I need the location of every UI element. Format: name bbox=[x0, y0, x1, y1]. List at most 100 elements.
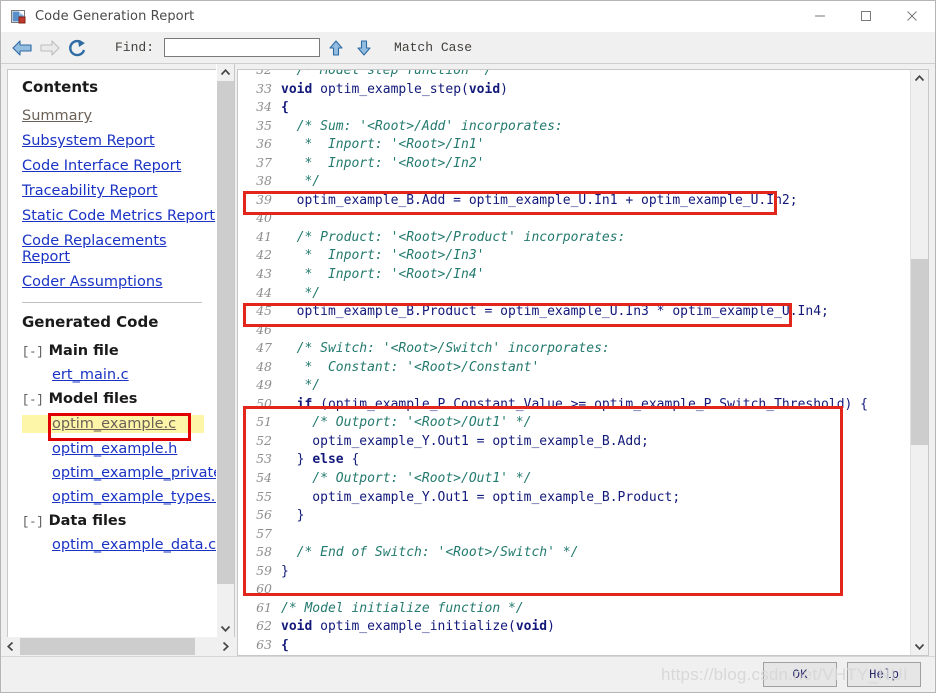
find-toolbar: Find: Match Case bbox=[1, 32, 935, 64]
contents-horizontal-scrollbar[interactable] bbox=[1, 637, 235, 656]
minimize-button[interactable] bbox=[797, 1, 843, 31]
contents-scroll-thumb[interactable] bbox=[217, 81, 234, 584]
code-token: /* Product: '<Root>/Product' incorporate… bbox=[281, 230, 625, 245]
help-button[interactable]: Help bbox=[847, 662, 921, 687]
down-arrow-icon[interactable] bbox=[352, 35, 376, 61]
ok-button[interactable]: OK bbox=[763, 662, 837, 687]
line-number: 56 bbox=[238, 506, 281, 525]
code-line: 49 */ bbox=[238, 376, 910, 395]
sidebar-file-optim-example-h[interactable]: optim_example.h bbox=[52, 441, 177, 457]
close-button[interactable] bbox=[889, 1, 935, 31]
line-number: 39 bbox=[238, 191, 281, 210]
line-number: 32 bbox=[238, 70, 281, 80]
code-token: } bbox=[281, 452, 312, 467]
sidebar-item-subsystem-report[interactable]: Subsystem Report bbox=[22, 133, 155, 149]
code-token: ) bbox=[547, 619, 555, 634]
code-line: 62void optim_example_initialize(void) bbox=[238, 617, 910, 636]
chevron-left-icon[interactable] bbox=[1, 637, 20, 656]
chevron-up-icon[interactable] bbox=[217, 64, 234, 81]
contents-scroll-track[interactable] bbox=[217, 81, 234, 620]
selected-file-row: optim_example.c bbox=[22, 415, 204, 433]
section-divider bbox=[22, 302, 202, 303]
sidebar-file-ert-main-c[interactable]: ert_main.c bbox=[52, 367, 129, 383]
code-token: { bbox=[344, 452, 360, 467]
code-line: 46 bbox=[238, 321, 910, 340]
code-token: * Inport: '<Root>/In3' bbox=[281, 248, 485, 263]
code-token: /* Outport: '<Root>/Out1' */ bbox=[281, 471, 531, 486]
search-input[interactable] bbox=[164, 38, 320, 57]
line-number: 42 bbox=[238, 246, 281, 265]
tree-group-label-model-files: Model files bbox=[49, 391, 138, 407]
code-line: 58 /* End of Switch: '<Root>/Switch' */ bbox=[238, 543, 910, 562]
code-token: /* Model initialize function */ bbox=[281, 601, 524, 616]
refresh-icon[interactable] bbox=[65, 35, 91, 61]
code-listing: 32 /* Model step function */33void optim… bbox=[238, 70, 910, 655]
line-number: 43 bbox=[238, 265, 281, 284]
back-arrow-icon[interactable] bbox=[9, 35, 35, 61]
line-number: 37 bbox=[238, 154, 281, 173]
sidebar-item-static-code-metrics-report[interactable]: Static Code Metrics Report bbox=[22, 208, 215, 224]
contents-hscroll-track[interactable] bbox=[20, 637, 216, 656]
chevron-right-icon[interactable] bbox=[216, 637, 235, 656]
code-scroll-thumb[interactable] bbox=[911, 259, 928, 445]
code-line: 34{ bbox=[238, 98, 910, 117]
contents-hscroll-thumb[interactable] bbox=[20, 638, 195, 655]
maximize-button[interactable] bbox=[843, 1, 889, 31]
line-number: 38 bbox=[238, 172, 281, 191]
collapse-toggle-data-files[interactable]: [-] bbox=[22, 515, 44, 529]
line-number: 53 bbox=[238, 450, 281, 469]
sidebar-file-optim-example-private-h[interactable]: optim_example_private.h bbox=[52, 465, 216, 481]
sidebar-item-code-replacements-report[interactable]: Code Replacements Report bbox=[22, 233, 216, 265]
match-case-label[interactable]: Match Case bbox=[394, 40, 472, 55]
code-line: 45 optim_example_B.Product = optim_examp… bbox=[238, 302, 910, 321]
code-token: * Inport: '<Root>/In1' bbox=[281, 137, 485, 152]
find-label: Find: bbox=[115, 40, 154, 55]
chevron-down-icon[interactable] bbox=[217, 620, 234, 637]
sidebar-item-code-interface-report[interactable]: Code Interface Report bbox=[22, 158, 181, 174]
code-line: 44 */ bbox=[238, 284, 910, 303]
line-number: 50 bbox=[238, 395, 281, 414]
sidebar-item-coder-assumptions[interactable]: Coder Assumptions bbox=[22, 274, 163, 290]
sidebar-file-optim-example-c[interactable]: optim_example.c bbox=[52, 416, 176, 432]
contents-vertical-scrollbar[interactable] bbox=[216, 64, 234, 637]
line-number: 34 bbox=[238, 98, 281, 117]
code-line: 32 /* Model step function */ bbox=[238, 70, 910, 80]
collapse-toggle-main-file[interactable]: [-] bbox=[22, 345, 44, 359]
code-line: 38 */ bbox=[238, 172, 910, 191]
code-generation-report-window: Code Generation Report bbox=[0, 0, 936, 693]
code-vertical-scrollbar[interactable] bbox=[910, 70, 928, 655]
tree-group-label-main-file: Main file bbox=[49, 343, 119, 359]
chevron-down-icon[interactable] bbox=[911, 638, 928, 655]
code-viewer: 32 /* Model step function */33void optim… bbox=[237, 69, 929, 656]
sidebar-item-summary[interactable]: Summary bbox=[22, 108, 92, 124]
code-token: optim_example_B.Add = optim_example_U.In… bbox=[281, 193, 798, 208]
code-token: * Constant: '<Root>/Constant' bbox=[281, 360, 539, 375]
code-scroll-track[interactable] bbox=[911, 87, 928, 638]
contents-pane: Contents Summary Subsystem Report Code I… bbox=[1, 64, 235, 656]
code-token: void bbox=[469, 82, 500, 97]
sidebar-file-optim-example-types-h[interactable]: optim_example_types.h bbox=[52, 489, 216, 505]
collapse-toggle-model-files[interactable]: [-] bbox=[22, 393, 44, 407]
code-token: * Inport: '<Root>/In4' bbox=[281, 267, 485, 282]
line-number: 48 bbox=[238, 358, 281, 377]
code-line: 35 /* Sum: '<Root>/Add' incorporates: bbox=[238, 117, 910, 136]
line-number: 35 bbox=[238, 117, 281, 136]
code-scroll-viewport[interactable]: 32 /* Model step function */33void optim… bbox=[238, 70, 910, 655]
sidebar-file-optim-example-data-c[interactable]: optim_example_data.c bbox=[52, 537, 216, 553]
line-number: 51 bbox=[238, 413, 281, 432]
code-line: 51 /* Outport: '<Root>/Out1' */ bbox=[238, 413, 910, 432]
up-arrow-icon[interactable] bbox=[324, 35, 348, 61]
code-line: 53 } else { bbox=[238, 450, 910, 469]
line-number: 63 bbox=[238, 636, 281, 655]
sidebar-item-traceability-report[interactable]: Traceability Report bbox=[22, 183, 158, 199]
code-token: /* Sum: '<Root>/Add' incorporates: bbox=[281, 119, 563, 134]
code-line: 59} bbox=[238, 562, 910, 581]
code-pane: 32 /* Model step function */33void optim… bbox=[235, 64, 935, 656]
code-line: 47 /* Switch: '<Root>/Switch' incorporat… bbox=[238, 339, 910, 358]
code-line: 63{ bbox=[238, 636, 910, 655]
chevron-up-icon[interactable] bbox=[911, 70, 928, 87]
code-line: 54 /* Outport: '<Root>/Out1' */ bbox=[238, 469, 910, 488]
code-token: /* Switch: '<Root>/Switch' incorporates: bbox=[281, 341, 610, 356]
code-line: 55 optim_example_Y.Out1 = optim_example_… bbox=[238, 488, 910, 507]
code-line: 52 optim_example_Y.Out1 = optim_example_… bbox=[238, 432, 910, 451]
